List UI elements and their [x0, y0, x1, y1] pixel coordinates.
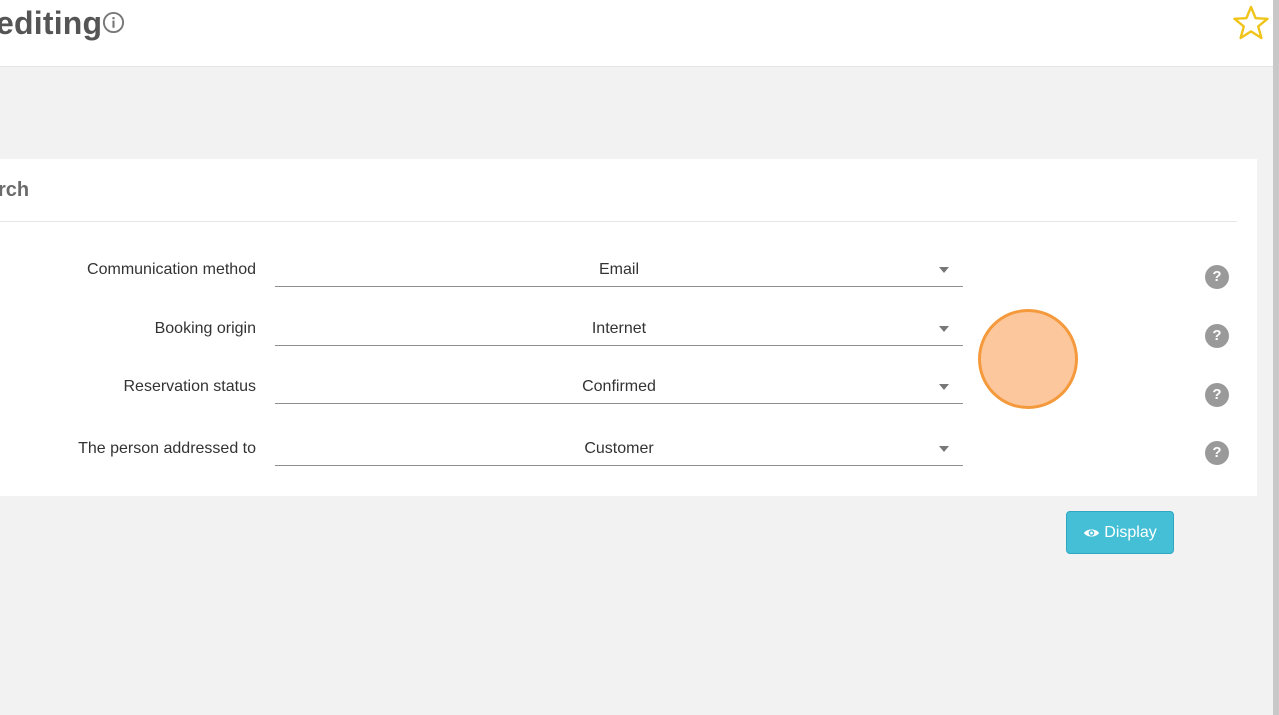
- reservation-status-select[interactable]: Confirmed: [275, 376, 963, 404]
- card-divider: [0, 221, 1237, 222]
- field-row-person-addressed-to: The person addressed to Customer ?: [0, 438, 1257, 478]
- star-icon[interactable]: [1233, 5, 1269, 41]
- field-label: Reservation status: [123, 378, 256, 395]
- display-button[interactable]: Display: [1066, 511, 1174, 554]
- help-icon[interactable]: ?: [1205, 441, 1229, 465]
- card-title: rch: [0, 179, 30, 201]
- help-icon[interactable]: ?: [1205, 324, 1229, 348]
- help-icon[interactable]: ?: [1205, 265, 1229, 289]
- chevron-down-icon: [939, 446, 949, 452]
- person-addressed-to-select[interactable]: Customer: [275, 438, 963, 466]
- help-icon[interactable]: ?: [1205, 383, 1229, 407]
- search-card: rch Communication method Email ? Booking…: [0, 159, 1257, 496]
- info-icon[interactable]: [102, 11, 125, 34]
- field-label: Booking origin: [154, 320, 256, 337]
- eye-icon: [1084, 528, 1100, 537]
- booking-origin-select[interactable]: Internet: [275, 318, 963, 346]
- field-label: The person addressed to: [78, 440, 256, 457]
- click-indicator: [978, 309, 1078, 409]
- chevron-down-icon: [939, 326, 949, 332]
- field-label: Communication method: [87, 261, 256, 278]
- chevron-down-icon: [939, 267, 949, 273]
- select-value: Email: [598, 261, 639, 278]
- select-value: Confirmed: [582, 378, 656, 395]
- display-button-label: Display: [1104, 523, 1157, 541]
- field-row-communication-method: Communication method Email ?: [0, 259, 1257, 299]
- chevron-down-icon: [939, 384, 949, 390]
- vertical-scrollbar[interactable]: [1273, 0, 1279, 715]
- scrollbar-thumb[interactable]: [1273, 0, 1279, 715]
- select-value: Internet: [591, 320, 647, 337]
- page-header: editing: [0, 0, 1273, 67]
- page-title: editing: [0, 5, 103, 41]
- communication-method-select[interactable]: Email: [275, 259, 963, 287]
- select-value: Customer: [584, 440, 654, 457]
- page: editing rch Communication method Email ?…: [0, 0, 1279, 715]
